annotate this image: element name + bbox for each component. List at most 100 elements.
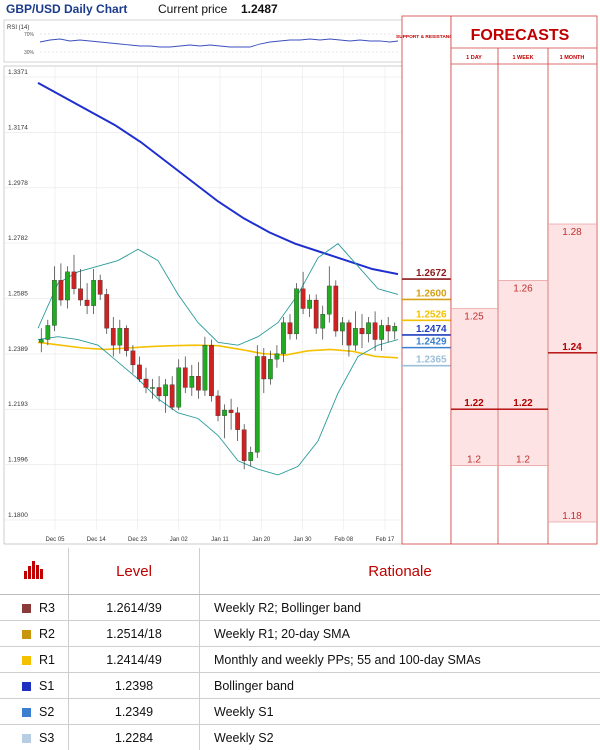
- candle-body: [262, 356, 266, 379]
- x-tick-label: Jan 02: [170, 537, 189, 543]
- candle-body: [268, 359, 272, 379]
- level-rationale: Weekly R2; Bollinger band: [200, 595, 600, 621]
- candle-body: [118, 328, 122, 345]
- candle-body: [334, 286, 338, 331]
- table-row: R3 1.2614/39Weekly R2; Bollinger band: [0, 595, 600, 621]
- levels-table: Level Rationale R31.2614/39Weekly R2; Bo…: [0, 548, 600, 750]
- forecast-1week-high: 1.26: [513, 283, 533, 294]
- candle-body: [203, 345, 207, 390]
- forecast-1week-mean: 1.22: [513, 398, 533, 409]
- candle-body: [137, 365, 141, 379]
- level-name: S3: [39, 731, 54, 745]
- y-tick-label: 1.2782: [8, 235, 28, 242]
- chart-area: GBP/USD Daily Chart Current price 1.2487…: [0, 0, 600, 548]
- candle-body: [91, 280, 95, 305]
- candle-body: [275, 354, 279, 360]
- y-tick-label: 1.3371: [8, 69, 28, 76]
- level-rationale: Monthly and weekly PPs; 55 and 100-day S…: [200, 647, 600, 673]
- level-value: 1.2349: [69, 699, 200, 725]
- rsi-lower-label: 30%: [24, 50, 35, 56]
- candle-body: [235, 413, 239, 430]
- y-tick-label: 1.2585: [8, 291, 28, 298]
- candle-body: [52, 280, 56, 325]
- bar-chart-icon-cell: [0, 548, 69, 595]
- level-swatch: [22, 630, 31, 639]
- level-rationale: Weekly R1; 20-day SMA: [200, 621, 600, 647]
- candle-body: [105, 294, 109, 328]
- level-swatch: [22, 656, 31, 665]
- forecasts-panel: FORECASTS 1 DAY 1 WEEK 1 MONTH 1.25 1.22…: [451, 16, 597, 544]
- level-swatch: [22, 734, 31, 743]
- candle-body: [307, 300, 311, 308]
- x-tick-label: Jan 11: [211, 537, 229, 543]
- level-swatch: [22, 604, 31, 613]
- forecast-range-1m: [549, 224, 596, 522]
- candle-body: [366, 323, 370, 334]
- candle-body: [294, 289, 298, 334]
- candle-body: [209, 345, 213, 396]
- level-swatch: [22, 708, 31, 717]
- bar-chart-icon: [23, 559, 45, 579]
- x-tick-label: Dec 23: [128, 537, 148, 543]
- price-label: Current price: [158, 2, 228, 16]
- forecast-1week-low: 1.2: [516, 455, 530, 466]
- y-tick-label: 1.1996: [8, 457, 28, 464]
- level-value: 1.2514/18: [69, 621, 200, 647]
- y-tick-label: 1.2193: [8, 401, 28, 408]
- forecast-1month-mean: 1.24: [562, 342, 582, 353]
- candle-body: [379, 325, 383, 339]
- levels-table-wrap: Level Rationale R31.2614/39Weekly R2; Bo…: [0, 548, 600, 750]
- y-tick-label: 1.1800: [8, 512, 28, 519]
- forecast-1month-high: 1.28: [562, 227, 582, 238]
- level-name: R2: [39, 627, 55, 641]
- candle-body: [229, 410, 233, 413]
- table-row: R1 1.2414/49Monthly and weekly PPs; 55 an…: [0, 647, 600, 673]
- level-swatch: [22, 682, 31, 691]
- candle-body: [321, 314, 325, 328]
- candle-body: [39, 340, 43, 343]
- plot-frame: [4, 66, 402, 544]
- table-row: S11.2398Bollinger band: [0, 673, 600, 699]
- row-name-cell: R1: [0, 647, 69, 673]
- row-name-cell: R2: [0, 621, 69, 647]
- row-name-cell: S1: [0, 673, 69, 699]
- support-resistance-column: SUPPORT & RESISTANCE 1.26721.26001.25261…: [396, 16, 457, 544]
- candle-body: [170, 385, 174, 408]
- candle-body: [327, 286, 331, 314]
- candle-body: [59, 280, 63, 300]
- candle-body: [281, 323, 285, 354]
- candle-body: [314, 300, 318, 328]
- sr-level-label: 1.2672: [416, 268, 447, 279]
- forecast-1day-mean: 1.22: [464, 398, 484, 409]
- x-tick-label: Feb 17: [376, 537, 395, 543]
- x-tick-label: Dec 14: [87, 537, 107, 543]
- level-value: 1.2414/49: [69, 647, 200, 673]
- level-rationale: Bollinger band: [200, 673, 600, 699]
- sr-level-label: 1.2600: [416, 288, 447, 299]
- forecast-col-1day: 1 DAY: [466, 55, 482, 61]
- forecast-col-1month: 1 MONTH: [560, 55, 585, 61]
- candle-body: [163, 385, 167, 396]
- candle-body: [183, 368, 187, 388]
- level-name: R3: [39, 601, 55, 615]
- candle-body: [85, 300, 89, 306]
- candle-body: [150, 387, 154, 388]
- candle-body: [157, 387, 161, 395]
- level-value: 1.2614/39: [69, 595, 200, 621]
- candle-body: [222, 410, 226, 416]
- candle-body: [124, 328, 128, 351]
- rsi-upper-label: 70%: [24, 32, 35, 38]
- candle-body: [393, 326, 397, 331]
- row-name-cell: S3: [0, 725, 69, 750]
- level-name: R1: [39, 653, 55, 667]
- x-tick-label: Jan 20: [252, 537, 271, 543]
- level-value: 1.2284: [69, 725, 200, 750]
- candle-body: [373, 323, 377, 340]
- level-rationale: Weekly S2: [200, 725, 600, 750]
- sr-level-label: 1.2526: [416, 309, 447, 320]
- table-row: R2 1.2514/18Weekly R1; 20-day SMA: [0, 621, 600, 647]
- level-column-header: Level: [69, 548, 200, 595]
- y-tick-label: 1.2978: [8, 180, 28, 187]
- table-row: S21.2349Weekly S1: [0, 699, 600, 725]
- forecast-1day-high: 1.25: [464, 312, 484, 323]
